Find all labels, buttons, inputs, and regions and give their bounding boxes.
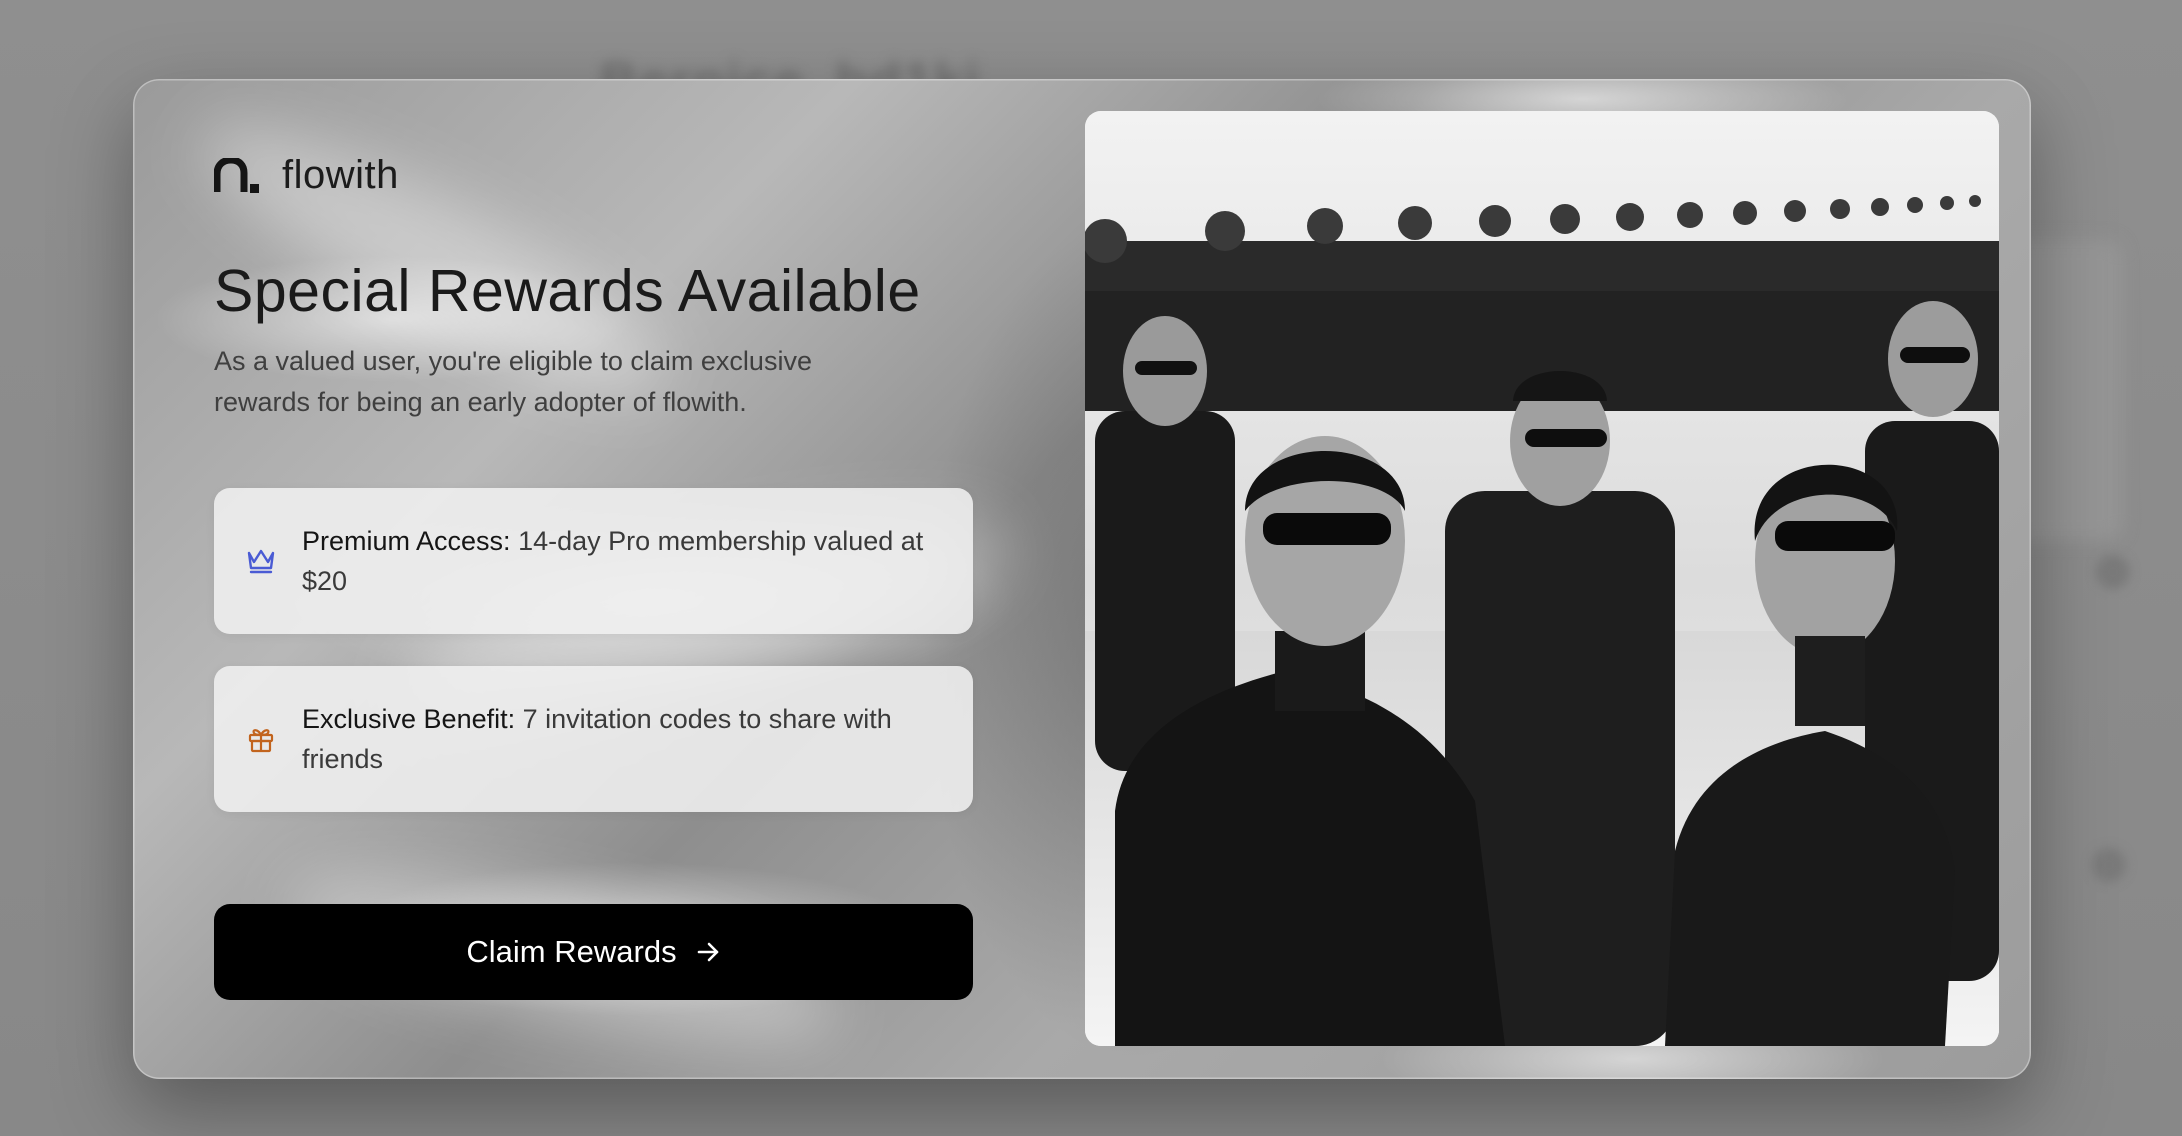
reward-label: Exclusive Benefit: <box>302 704 516 734</box>
reward-card-premium-access: Premium Access: 14-day Pro membership va… <box>214 488 973 634</box>
modal-subtitle: As a valued user, you're eligible to cla… <box>214 346 812 417</box>
brand: flowith <box>214 153 399 198</box>
arrow-right-icon <box>695 939 721 965</box>
background-dot <box>2096 555 2130 589</box>
reward-label: Premium Access: <box>302 526 511 556</box>
reward-text: Exclusive Benefit: 7 invitation codes to… <box>302 699 943 779</box>
reward-text: Premium Access: 14-day Pro membership va… <box>302 521 943 601</box>
claim-rewards-button[interactable]: Claim Rewards <box>214 904 973 1000</box>
modal-content: flowith Special Rewards Available As a v… <box>214 79 974 1079</box>
promo-photo <box>1085 111 1999 1046</box>
brand-name: flowith <box>282 153 399 197</box>
flowith-logo-icon <box>214 157 260 194</box>
claim-rewards-label: Claim Rewards <box>466 934 677 969</box>
background-dot <box>2092 848 2126 882</box>
modal-title: Special Rewards Available <box>214 258 921 324</box>
crown-icon <box>246 546 276 576</box>
rewards-modal: flowith Special Rewards Available As a v… <box>133 79 2031 1079</box>
reward-card-exclusive-benefit: Exclusive Benefit: 7 invitation codes to… <box>214 666 973 812</box>
gift-icon <box>246 724 276 754</box>
